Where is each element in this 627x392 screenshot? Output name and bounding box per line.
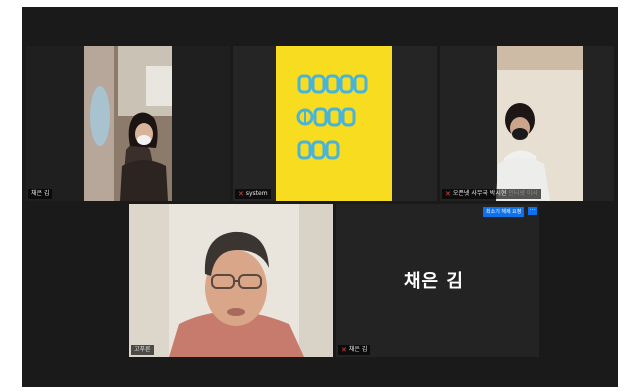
participant-name: 고푸른 xyxy=(134,346,151,353)
muted-mic-icon: ✕ xyxy=(445,190,451,198)
participant-name: 채은 김 xyxy=(31,190,50,197)
muted-mic-icon: ✕ xyxy=(238,190,244,198)
participant-tile-5[interactable]: 채은 김 ✕ 채은 김 xyxy=(336,204,539,357)
participant-name: 채은 김 xyxy=(348,346,368,353)
participant-role: 인터넷 이사 xyxy=(508,190,538,197)
participant-logo-2 xyxy=(233,46,437,201)
participant-tile-1[interactable]: 채은 김 xyxy=(26,46,230,201)
muted-mic-icon: ✕ xyxy=(341,346,347,354)
participant-name-tag-2: ✕ system xyxy=(235,189,271,199)
meeting-gallery: 채은 김 ✕ system ✕ 오픈넷 사무국 박시현 인터넷 이사 고푸른 채… xyxy=(22,7,618,387)
participant-name: 오픈넷 사무국 박시현 xyxy=(452,190,507,197)
participant-name-tag-1: 채은 김 xyxy=(28,189,53,199)
participant-name-tag-5: ✕ 채은 김 xyxy=(338,345,371,355)
participant-display-name: 채은 김 xyxy=(404,271,464,292)
more-options-button[interactable]: ··· xyxy=(528,207,537,215)
participant-tile-3[interactable]: ✕ 오픈넷 사무국 박시현 인터넷 이사 xyxy=(440,46,614,201)
participant-tile-2[interactable]: ✕ system xyxy=(233,46,437,201)
participant-video-4 xyxy=(129,204,333,357)
request-unmute-button[interactable]: 최소기 해제 요청 xyxy=(483,207,525,217)
participant-name: system xyxy=(245,190,268,197)
participant-name-tag-3: ✕ 오픈넷 사무국 박시현 인터넷 이사 xyxy=(442,189,541,199)
participant-tile-4[interactable]: 고푸른 xyxy=(129,204,333,357)
participant-name-tag-4: 고푸른 xyxy=(131,345,154,355)
participant-video-3 xyxy=(440,46,614,201)
participant-video-1 xyxy=(26,46,230,201)
